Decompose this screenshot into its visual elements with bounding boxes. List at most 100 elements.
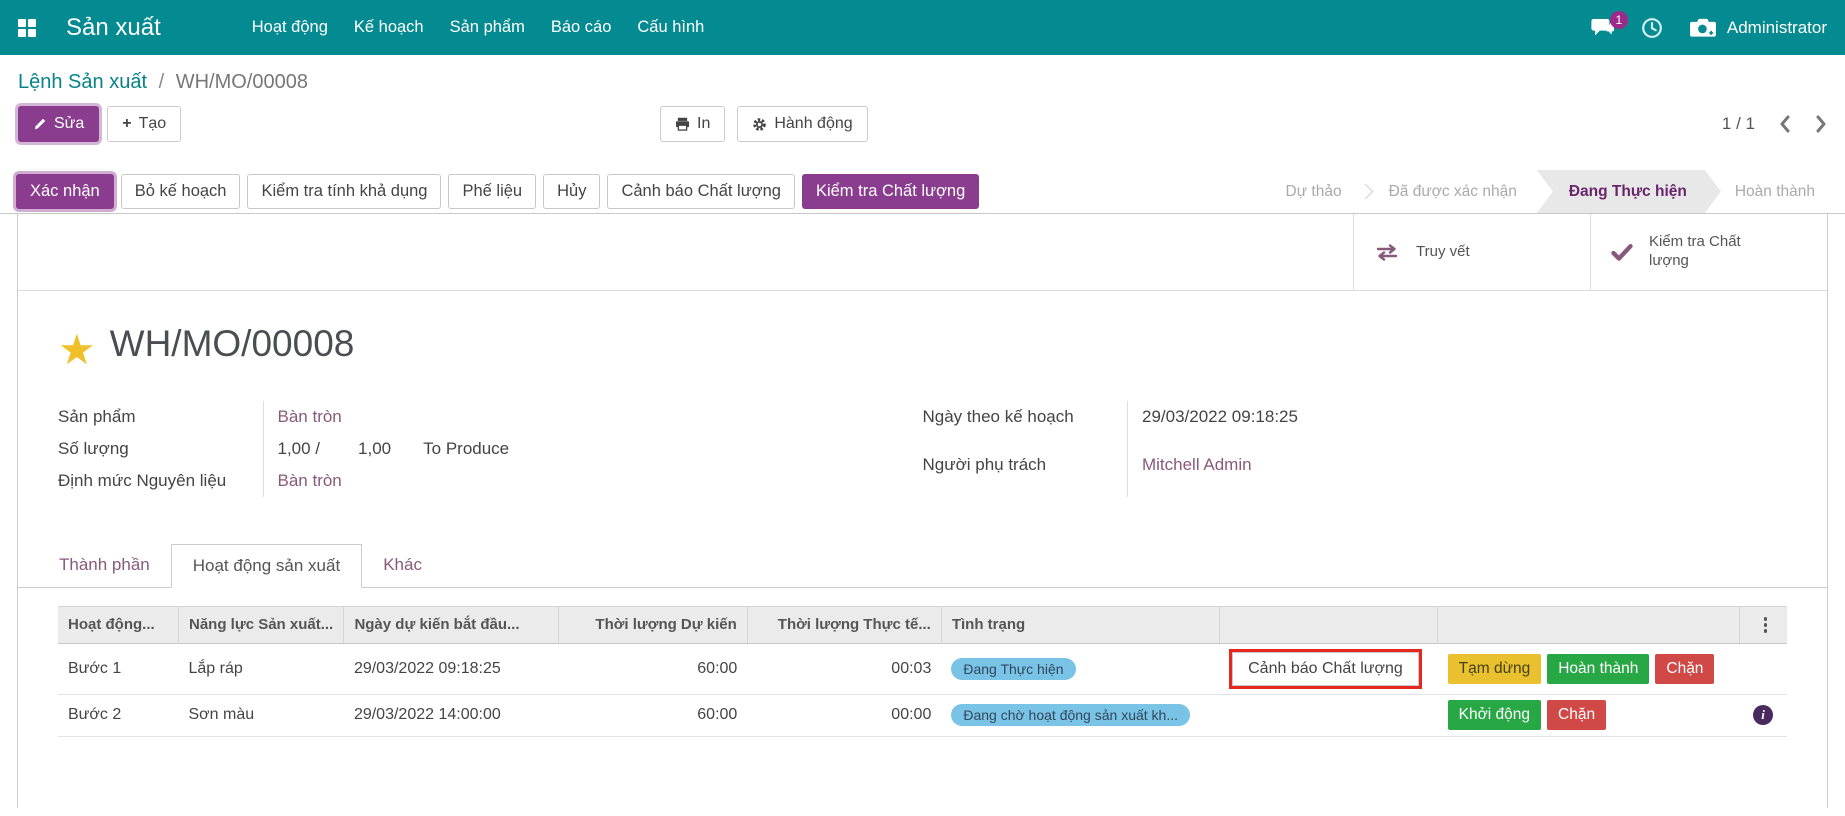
block-button[interactable]: Chặn — [1547, 700, 1606, 730]
cell-expected-duration: 60:00 — [558, 694, 747, 736]
checkmark-icon — [1611, 244, 1633, 261]
scrap-button[interactable]: Phế liệu — [448, 174, 536, 209]
tab-work-orders[interactable]: Hoạt động sản xuất — [171, 544, 362, 588]
cell-operation: Bước 2 — [58, 694, 179, 736]
block-button[interactable]: Chặn — [1655, 654, 1714, 684]
breadcrumb-separator: / — [159, 71, 165, 93]
confirm-button[interactable]: Xác nhận — [16, 174, 114, 209]
quality-check-button[interactable]: Kiểm tra Chất lượng — [802, 174, 979, 209]
step-done[interactable]: Hoàn thành — [1721, 170, 1829, 213]
responsible-value-link[interactable]: Mitchell Admin — [1142, 455, 1252, 474]
planned-date-label: Ngày theo kế hoạch — [922, 401, 1127, 449]
menu-item-reports[interactable]: Báo cáo — [538, 0, 625, 55]
printer-icon — [675, 117, 690, 131]
cell-work-center: Lắp ráp — [179, 643, 344, 694]
done-button[interactable]: Hoàn thành — [1547, 654, 1649, 684]
quantity-produced: 1,00 / — [278, 439, 321, 458]
pencil-icon — [33, 117, 47, 131]
step-confirmed[interactable]: Đã được xác nhận — [1375, 170, 1531, 213]
tab-misc[interactable]: Khác — [362, 544, 443, 588]
chevron-left-icon[interactable] — [1779, 115, 1790, 133]
breadcrumb: Lệnh Sản xuất / WH/MO/00008 — [0, 55, 1845, 98]
page-title: WH/MO/00008 — [110, 323, 355, 365]
table-row[interactable]: Bước 1 Lắp ráp 29/03/2022 09:18:25 60:00… — [58, 643, 1787, 694]
step-chevron-icon — [1357, 184, 1373, 200]
bom-value-link[interactable]: Bàn tròn — [278, 471, 342, 490]
pager: 1 / 1 — [1722, 114, 1827, 134]
apps-menu-icon[interactable] — [18, 19, 36, 37]
chevron-right-icon[interactable] — [1816, 115, 1827, 133]
vertical-ellipsis-icon[interactable] — [1758, 615, 1774, 635]
col-expected-duration[interactable]: Thời lượng Dự kiến — [558, 607, 747, 644]
user-menu[interactable]: Administrator — [1689, 17, 1827, 39]
plus-icon: + — [122, 115, 131, 133]
product-value-link[interactable]: Bàn tròn — [278, 407, 342, 426]
col-status[interactable]: Tình trạng — [941, 607, 1219, 644]
activities-clock-icon[interactable] — [1641, 17, 1663, 39]
step-in-progress[interactable]: Đang Thực hiện — [1537, 170, 1721, 213]
menu-item-configuration[interactable]: Cấu hình — [624, 0, 717, 55]
quantity-to-produce: 1,00 — [358, 439, 391, 458]
record-actions: In Hành động — [660, 106, 868, 142]
top-navbar: Sản xuất Hoạt động Kế hoạch Sản phẩm Báo… — [0, 0, 1845, 55]
cell-start-date: 29/03/2022 09:18:25 — [344, 643, 558, 694]
main-menu: Hoạt động Kế hoạch Sản phẩm Báo cáo Cấu … — [239, 0, 718, 55]
info-circle-icon[interactable]: i — [1753, 705, 1773, 725]
notebook-tabs: Thành phần Hoạt động sản xuất Khác — [18, 543, 1827, 588]
cell-start-date: 29/03/2022 14:00:00 — [344, 694, 558, 736]
traceability-stat-button[interactable]: Truy vết — [1353, 214, 1590, 290]
col-workorder-actions — [1438, 607, 1740, 644]
messages-icon[interactable]: 1 — [1591, 18, 1615, 37]
check-availability-button[interactable]: Kiểm tra tính khả dụng — [247, 174, 441, 209]
action-button[interactable]: Hành động — [737, 106, 867, 142]
table-row[interactable]: Bước 2 Sơn màu 29/03/2022 14:00:00 60:00… — [58, 694, 1787, 736]
star-icon[interactable]: ★ — [58, 329, 96, 371]
message-count-badge: 1 — [1610, 11, 1628, 29]
cancel-button[interactable]: Hủy — [543, 174, 600, 209]
navbar-right: 1 Administrator — [1591, 17, 1827, 39]
quality-check-stat-button[interactable]: Kiểm tra Chất lượng — [1590, 214, 1827, 290]
breadcrumb-parent-link[interactable]: Lệnh Sản xuất — [18, 71, 147, 93]
table-header-row: Hoạt động... Năng lực Sản xuất... Ngày d… — [58, 607, 1787, 644]
quality-check-label: Kiểm tra Chất lượng — [1649, 233, 1745, 271]
col-operation[interactable]: Hoạt động... — [58, 607, 179, 644]
work-orders-table-wrap: Hoạt động... Năng lực Sản xuất... Ngày d… — [18, 588, 1827, 737]
tab-components[interactable]: Thành phần — [38, 544, 171, 588]
responsible-label: Người phụ trách — [922, 449, 1127, 497]
gear-icon — [752, 117, 767, 132]
quantity-suffix: To Produce — [423, 439, 509, 458]
print-button[interactable]: In — [660, 106, 725, 142]
edit-button[interactable]: Sửa — [18, 106, 99, 142]
pause-button[interactable]: Tạm dừng — [1448, 654, 1542, 684]
menu-item-planning[interactable]: Kế hoạch — [341, 0, 437, 55]
create-button[interactable]: + Tạo — [107, 106, 181, 142]
col-work-center[interactable]: Năng lực Sản xuất... — [179, 607, 344, 644]
create-button-label: Tạo — [139, 115, 167, 133]
traceability-label: Truy vết — [1416, 243, 1470, 262]
left-field-group: Sản phẩm Bàn tròn Số lượng 1,00 /1,00To … — [58, 401, 853, 497]
field-groups: Sản phẩm Bàn tròn Số lượng 1,00 /1,00To … — [18, 371, 1827, 497]
step-draft[interactable]: Dự thảo — [1272, 170, 1356, 213]
control-panel: Sửa + Tạo In Hành động 1 / 1 — [0, 98, 1845, 154]
action-button-label: Hành động — [774, 115, 852, 133]
cell-work-center: Sơn màu — [179, 694, 344, 736]
col-real-duration[interactable]: Thời lượng Thực tế... — [747, 607, 941, 644]
form-statusbar: Xác nhận Bỏ kế hoạch Kiểm tra tính khả d… — [0, 170, 1845, 214]
statusbar-buttons: Xác nhận Bỏ kế hoạch Kiểm tra tính khả d… — [16, 174, 979, 209]
field-quantity: Số lượng 1,00 /1,00To Produce — [58, 433, 853, 465]
unplan-button[interactable]: Bỏ kế hoạch — [121, 174, 241, 209]
start-button[interactable]: Khởi động — [1448, 700, 1541, 730]
menu-item-operations[interactable]: Hoạt động — [239, 0, 341, 55]
col-optional — [1740, 607, 1787, 644]
col-start-date[interactable]: Ngày dự kiến bắt đầu... — [344, 607, 558, 644]
cell-real-duration: 00:03 — [747, 643, 941, 694]
menu-item-products[interactable]: Sản phẩm — [437, 0, 538, 55]
field-bom: Định mức Nguyên liệu Bàn tròn — [58, 465, 853, 497]
product-label: Sản phẩm — [58, 401, 263, 433]
status-steps: Dự thảo Đã được xác nhận Đang Thực hiện … — [1272, 170, 1829, 213]
highlight-box: Cảnh báo Chất lượng — [1229, 649, 1422, 689]
row-quality-alert-button[interactable]: Cảnh báo Chất lượng — [1232, 652, 1419, 686]
breadcrumb-current: WH/MO/00008 — [176, 71, 308, 93]
quality-alert-button[interactable]: Cảnh báo Chất lượng — [607, 174, 794, 209]
app-brand[interactable]: Sản xuất — [66, 14, 161, 42]
